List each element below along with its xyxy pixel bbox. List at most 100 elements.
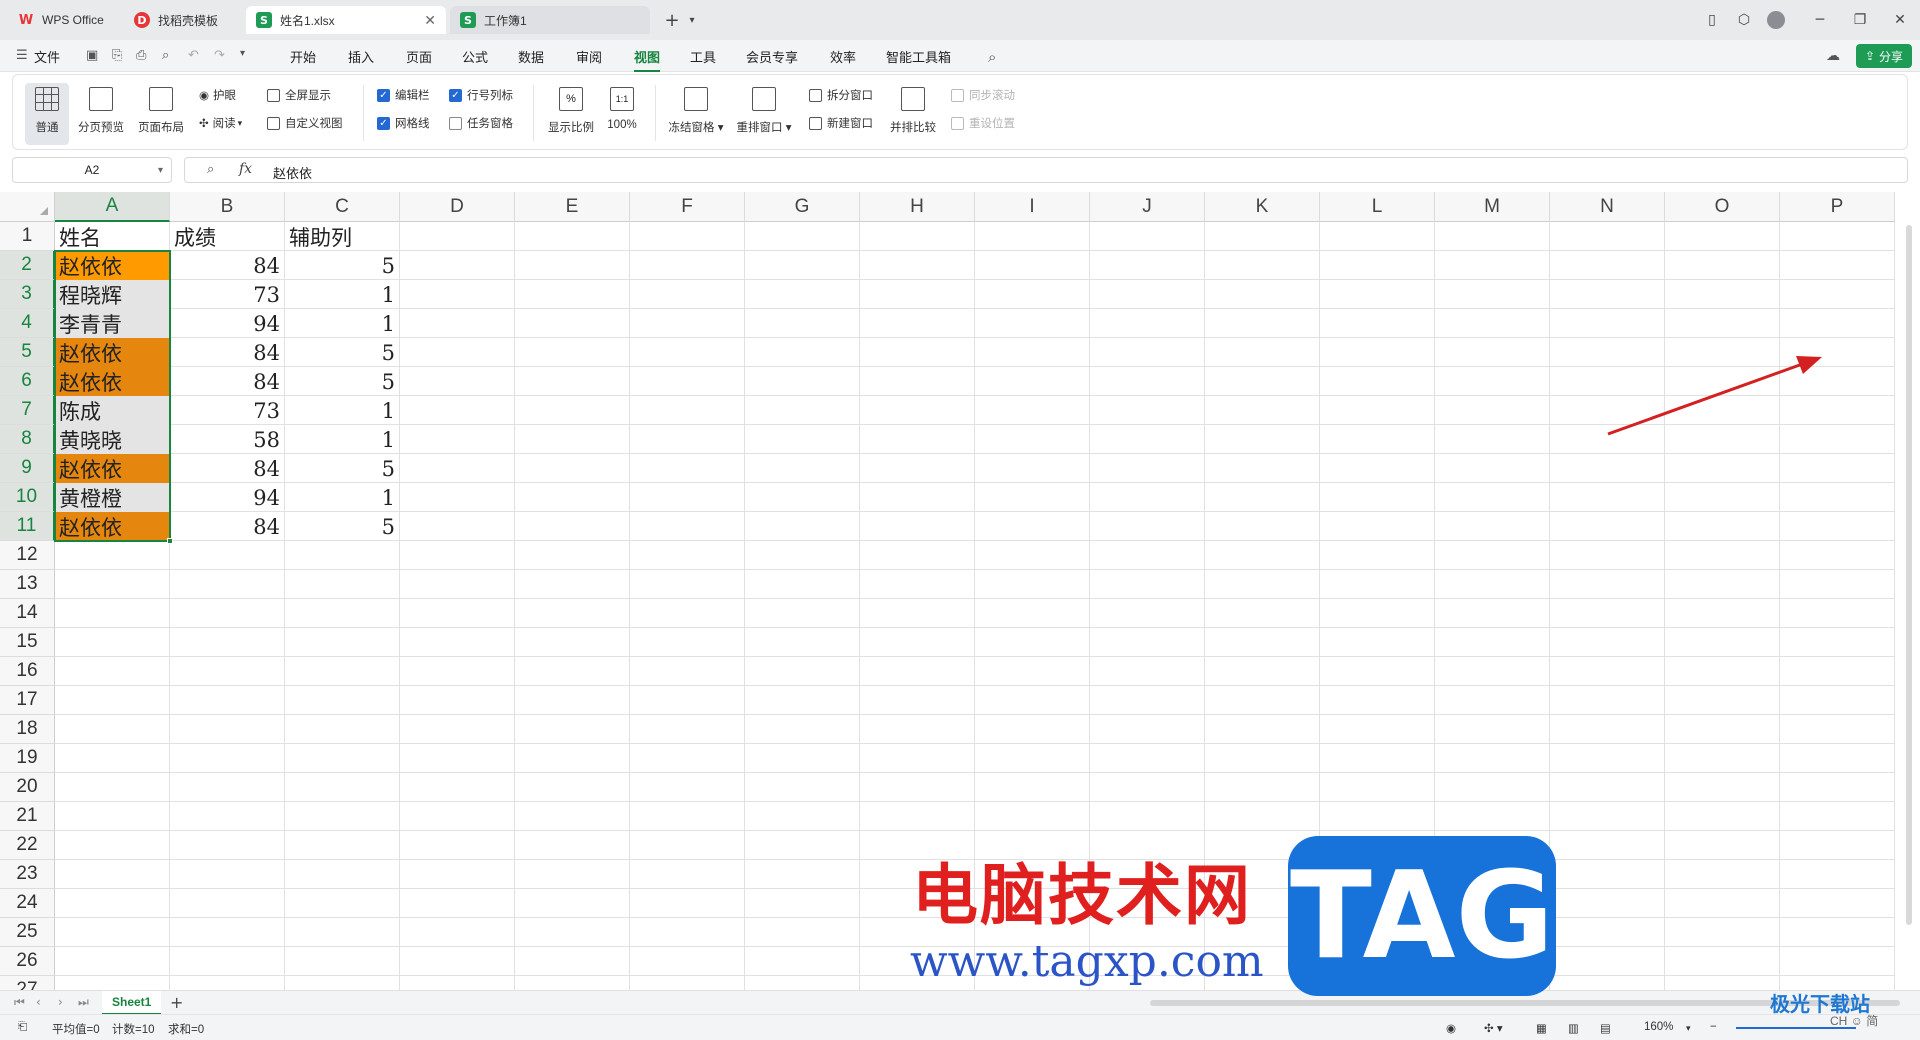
row-header-7[interactable]: 7 [0, 396, 55, 425]
menu-file[interactable]: 文件 [34, 47, 60, 66]
name-cell[interactable]: 赵依依 [55, 251, 169, 280]
chevron-down-icon[interactable]: ▾ [680, 8, 704, 32]
menu-view[interactable]: 视图 [634, 47, 661, 72]
column-header-g[interactable]: G [745, 192, 860, 222]
print-icon[interactable]: ⎙ [136, 48, 146, 63]
score-cell[interactable]: 94 [170, 483, 284, 512]
aux-cell[interactable]: 1 [285, 483, 399, 512]
name-cell[interactable]: 赵依依 [55, 454, 169, 483]
cube-icon[interactable]: ⬡ [1732, 8, 1756, 32]
formula-bar-checkbox[interactable]: ✓ 编辑栏 [377, 85, 430, 105]
column-header-j[interactable]: J [1090, 192, 1205, 222]
fill-handle[interactable] [167, 538, 173, 544]
zoom-100-button[interactable]: 1:1 100% [599, 83, 645, 145]
row-header-8[interactable]: 8 [0, 425, 55, 454]
row-header-2[interactable]: 2 [0, 251, 55, 280]
rearrange-windows-button[interactable]: 重排窗口 ▾ [733, 83, 795, 145]
eye-icon[interactable]: ◉ [1446, 1021, 1456, 1035]
name-cell[interactable]: 李青青 [55, 309, 169, 338]
menu-member[interactable]: 会员专享 [746, 47, 798, 66]
locate-icon[interactable]: ✣ ▾ [1484, 1021, 1503, 1035]
row-header-18[interactable]: 18 [0, 715, 55, 744]
column-header-b[interactable]: B [170, 192, 285, 222]
aux-cell[interactable]: 5 [285, 338, 399, 367]
undo-icon[interactable]: ↶ [188, 48, 199, 63]
page-layout-button[interactable]: 页面布局 [133, 83, 189, 145]
row-header-11[interactable]: 11 [0, 512, 55, 541]
row-header-6[interactable]: 6 [0, 367, 55, 396]
row-header-26[interactable]: 26 [0, 947, 55, 976]
column-header-l[interactable]: L [1320, 192, 1435, 222]
new-window-button[interactable]: 新建窗口 [809, 113, 873, 133]
score-cell[interactable]: 84 [170, 338, 284, 367]
row-header-1[interactable]: 1 [0, 222, 55, 251]
search-icon[interactable]: ⌕ [988, 48, 996, 66]
gridlines-checkbox[interactable]: ✓ 网格线 [377, 113, 430, 133]
eye-protect-button[interactable]: ◉ 护眼 [199, 85, 236, 105]
formula-input[interactable]: ⌕ fx 赵依依 [184, 157, 1908, 183]
fullscreen-button[interactable]: 全屏显示 [267, 85, 331, 105]
aux-cell[interactable]: 5 [285, 367, 399, 396]
first-sheet-icon[interactable]: ⏮ [14, 995, 25, 1010]
freeze-panes-button[interactable]: 冻结窗格 ▾ [665, 83, 727, 145]
column-header-c[interactable]: C [285, 192, 400, 222]
aux-cell[interactable]: 1 [285, 280, 399, 309]
aux-cell[interactable]: 1 [285, 309, 399, 338]
row-header-13[interactable]: 13 [0, 570, 55, 599]
chevron-down-icon[interactable]: ▾ [1686, 1023, 1691, 1034]
name-cell[interactable]: 程晓辉 [55, 280, 169, 309]
tab-wps-office[interactable]: W WPS Office [8, 6, 120, 34]
vertical-scrollbar[interactable] [1906, 225, 1912, 925]
menu-data[interactable]: 数据 [518, 47, 544, 66]
menu-insert[interactable]: 插入 [348, 47, 374, 66]
row-header-10[interactable]: 10 [0, 483, 55, 512]
tab-xingming-xlsx[interactable]: S 姓名1.xlsx ✕ [246, 6, 446, 34]
page-layout-icon[interactable]: ▥ [1568, 1021, 1579, 1035]
export-icon[interactable]: ⎘ [112, 48, 122, 63]
fx-icon[interactable]: fx [239, 161, 252, 177]
save-icon[interactable]: ▣ [86, 48, 98, 63]
column-header-e[interactable]: E [515, 192, 630, 222]
row-header-5[interactable]: 5 [0, 338, 55, 367]
normal-view-button[interactable]: 普通 [25, 83, 69, 145]
aux-cell[interactable]: 5 [285, 251, 399, 280]
score-cell[interactable]: 58 [170, 425, 284, 454]
row-header-4[interactable]: 4 [0, 309, 55, 338]
reset-position-button[interactable]: 重设位置 [951, 113, 1015, 133]
zoom-ratio-button[interactable]: % 显示比例 [543, 83, 599, 145]
row-header-17[interactable]: 17 [0, 686, 55, 715]
restore-icon[interactable]: ❐ [1848, 8, 1872, 32]
row-header-22[interactable]: 22 [0, 831, 55, 860]
column-header-p[interactable]: P [1780, 192, 1895, 222]
row-header-9[interactable]: 9 [0, 454, 55, 483]
header-cell-c1[interactable]: 辅助列 [285, 222, 399, 251]
row-header-23[interactable]: 23 [0, 860, 55, 889]
row-header-25[interactable]: 25 [0, 918, 55, 947]
name-box[interactable]: A2 ▾ [12, 157, 172, 183]
headings-checkbox[interactable]: ✓ 行号列标 [449, 85, 513, 105]
column-header-o[interactable]: O [1665, 192, 1780, 222]
zoom-out-icon[interactable]: − [1710, 1021, 1717, 1033]
header-cell-a1[interactable]: 姓名 [55, 222, 169, 251]
menu-home[interactable]: 开始 [290, 47, 316, 66]
chevron-down-icon[interactable]: ▾ [158, 165, 163, 176]
score-cell[interactable]: 73 [170, 396, 284, 425]
tab-docer-templates[interactable]: D 找稻壳模板 [124, 6, 242, 34]
name-cell[interactable]: 赵依依 [55, 338, 169, 367]
tab-workbook1[interactable]: S 工作簿1 [450, 6, 650, 34]
sheet-tab-sheet1[interactable]: Sheet1 [102, 991, 162, 1015]
row-header-16[interactable]: 16 [0, 657, 55, 686]
aux-cell[interactable]: 5 [285, 512, 399, 541]
normal-view-icon[interactable]: ▦ [1536, 1021, 1547, 1035]
next-sheet-icon[interactable]: › [58, 995, 63, 1009]
chevron-down-icon[interactable]: ▾ [240, 48, 245, 59]
page-break-preview-button[interactable]: 分页预览 [73, 83, 129, 145]
share-button[interactable]: ⇪ 分享 [1856, 44, 1912, 68]
add-sheet-button[interactable]: + [170, 993, 183, 1012]
header-cell-b1[interactable]: 成绩 [170, 222, 284, 251]
name-cell[interactable]: 陈成 [55, 396, 169, 425]
select-all-corner[interactable] [0, 192, 55, 222]
row-header-24[interactable]: 24 [0, 889, 55, 918]
close-icon[interactable]: ✕ [424, 12, 436, 29]
last-sheet-icon[interactable]: ⏭ [78, 995, 89, 1010]
